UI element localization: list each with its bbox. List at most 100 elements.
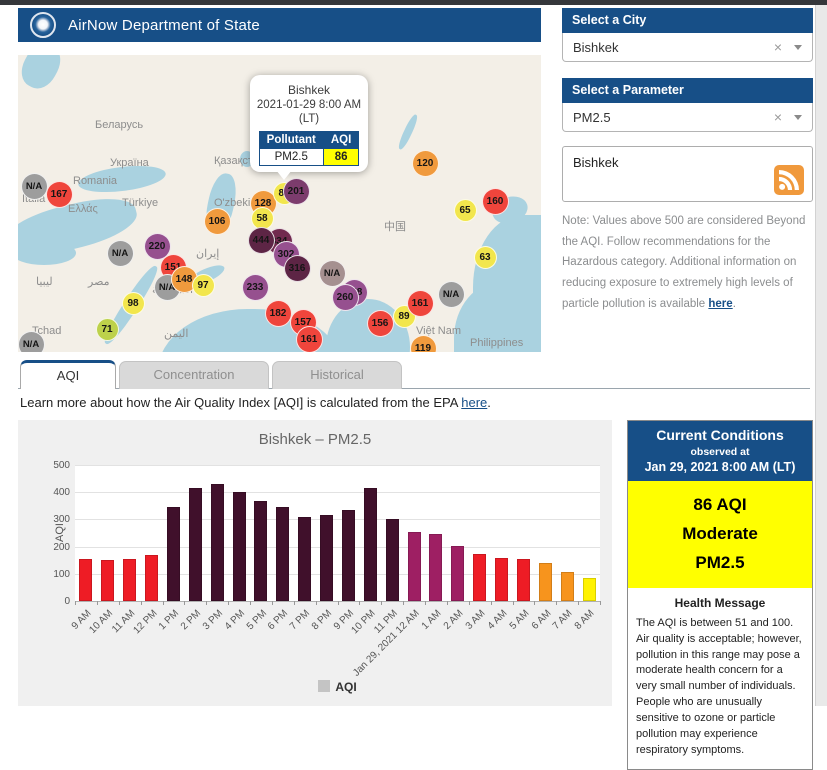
current-conditions-header: Current Conditions observed at Jan 29, 2… <box>628 421 812 481</box>
chart-bar[interactable] <box>429 534 442 601</box>
map-aqi-marker[interactable]: 316 <box>284 255 311 282</box>
city-select[interactable]: Bishkek × <box>562 33 813 62</box>
chart-bar[interactable] <box>145 555 158 601</box>
chart-bar[interactable] <box>451 546 464 601</box>
chart-bar[interactable] <box>233 492 246 601</box>
chart-x-tick-label: 6 AM <box>529 608 553 632</box>
chart-x-tick-label: 2 PM <box>179 608 203 632</box>
chart-legend[interactable]: AQI <box>75 680 600 694</box>
chart-bar[interactable] <box>123 559 136 601</box>
map-aqi-marker[interactable]: N/A <box>107 240 134 267</box>
chart-plot-area: 9 AM10 AM11 AM12 PM1 PM2 PM3 PM4 PM5 PM6… <box>75 465 600 602</box>
chart-bar[interactable] <box>254 501 267 601</box>
map-aqi-marker[interactable]: 98 <box>122 292 145 315</box>
map-aqi-marker[interactable]: 119 <box>410 335 437 353</box>
chart-x-tick <box>163 601 164 605</box>
chart-bar[interactable] <box>298 517 311 601</box>
current-aqi-value: 86 AQI <box>632 491 808 520</box>
chart-bar[interactable] <box>364 488 377 601</box>
chart-y-tick-label: 300 <box>34 514 70 525</box>
chart-x-tick-label: 6 PM <box>266 608 290 632</box>
chart-bar[interactable] <box>539 563 552 601</box>
learn-more-link[interactable]: here <box>461 395 487 410</box>
current-aqi-block: 86 AQI Moderate PM2.5 <box>628 481 812 588</box>
chart-x-tick-label: 10 AM <box>88 608 116 636</box>
map-place-label: Philippines <box>470 337 523 349</box>
aqi-map[interactable]: БеларусьУкраїнаRomaniaItaliaΕλλάςTürkiye… <box>18 55 541 352</box>
map-aqi-marker[interactable]: 161 <box>296 326 323 353</box>
chart-x-tick <box>228 601 229 605</box>
city-clear-icon[interactable]: × <box>774 40 782 54</box>
tab-aqi[interactable]: AQI <box>20 360 116 389</box>
chart-bar[interactable] <box>167 507 180 601</box>
chart-bar[interactable] <box>583 578 596 601</box>
popup-aqi-value: 86 <box>323 148 358 165</box>
chart-x-tick-label: 10 PM <box>350 608 378 636</box>
map-aqi-marker[interactable]: 71 <box>96 318 119 341</box>
chart-bar[interactable] <box>79 559 92 601</box>
chart-bar[interactable] <box>473 554 486 601</box>
chart-x-tick <box>491 601 492 605</box>
page-scrollbar[interactable] <box>815 5 827 706</box>
map-aqi-marker[interactable]: N/A <box>319 260 346 287</box>
map-aqi-marker[interactable]: 161 <box>407 290 434 317</box>
map-aqi-marker[interactable]: 106 <box>204 208 231 235</box>
chart-bar[interactable] <box>189 488 202 601</box>
map-aqi-marker[interactable]: 160 <box>482 188 509 215</box>
rss-city-label: Bishkek <box>573 155 619 170</box>
tab-concentration[interactable]: Concentration <box>119 361 269 389</box>
parameter-clear-icon[interactable]: × <box>774 110 782 124</box>
map-aqi-marker[interactable]: 63 <box>474 246 497 269</box>
map-aqi-marker[interactable]: N/A <box>18 331 45 353</box>
chart-gridline <box>75 465 600 466</box>
chart-bar[interactable] <box>276 507 289 601</box>
map-place-label: Türkiye <box>122 197 158 209</box>
map-aqi-marker[interactable]: 182 <box>265 300 292 327</box>
chart-x-tick <box>359 601 360 605</box>
rss-feed-box: Bishkek <box>562 146 813 202</box>
chart-y-tick-label: 400 <box>34 487 70 498</box>
city-caret-down-icon[interactable] <box>794 45 802 54</box>
map-aqi-marker[interactable]: 167 <box>46 181 73 208</box>
observed-at-label: observed at <box>632 446 808 458</box>
chart-x-tick-label: 5 PM <box>244 608 268 632</box>
map-place-label: اليمن <box>164 327 188 340</box>
map-aqi-marker[interactable]: 65 <box>454 199 477 222</box>
chart-bar[interactable] <box>211 484 224 602</box>
chart-y-axis-label: AQI <box>54 523 66 542</box>
parameter-caret-down-icon[interactable] <box>794 115 802 124</box>
chart-bar[interactable] <box>386 519 399 601</box>
learn-more-suffix: . <box>487 395 491 410</box>
app-header: AirNow Department of State <box>18 8 541 42</box>
chart-bar[interactable] <box>517 559 530 601</box>
chart-bar[interactable] <box>320 515 333 601</box>
note-link[interactable]: here <box>708 298 732 310</box>
map-aqi-marker[interactable]: 120 <box>412 150 439 177</box>
map-aqi-marker[interactable]: 97 <box>192 274 215 297</box>
chart-bar[interactable] <box>561 572 574 601</box>
chart-x-tick <box>272 601 273 605</box>
chart-x-tick <box>141 601 142 605</box>
chart-bar[interactable] <box>101 560 114 601</box>
chart-bar[interactable] <box>408 532 421 601</box>
map-aqi-marker[interactable]: 233 <box>242 274 269 301</box>
map-aqi-marker[interactable]: 260 <box>332 284 359 311</box>
tab-historical[interactable]: Historical <box>272 361 402 389</box>
popup-pollutant-header: Pollutant <box>259 131 323 148</box>
chart-x-tick <box>206 601 207 605</box>
chart-x-tick <box>97 601 98 605</box>
chart-x-tick-label: 2 AM <box>442 608 466 632</box>
legend-swatch-icon <box>318 680 330 692</box>
map-aqi-marker[interactable]: N/A <box>21 173 48 200</box>
rss-icon[interactable] <box>774 165 804 195</box>
chart-x-tick-label: 7 AM <box>551 608 575 632</box>
chart-x-tick <box>556 601 557 605</box>
map-place-label: Romania <box>73 175 117 187</box>
parameter-select[interactable]: PM2.5 × <box>562 103 813 132</box>
map-aqi-marker[interactable]: N/A <box>438 281 465 308</box>
chart-bar[interactable] <box>495 558 508 601</box>
map-aqi-marker[interactable]: 156 <box>367 310 394 337</box>
chart-bar[interactable] <box>342 510 355 601</box>
map-aqi-marker[interactable]: 444 <box>248 227 275 254</box>
chart-gridline <box>75 547 600 548</box>
